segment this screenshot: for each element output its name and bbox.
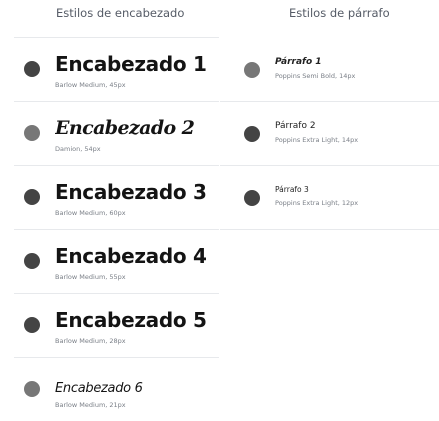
paragraph-styles-header: Estilos de párrafo	[289, 6, 390, 20]
heading-style-name: Encabezado 5	[55, 308, 207, 332]
color-swatch[interactable]	[24, 189, 40, 205]
paragraph-style-font: Poppins Semi Bold, 14px	[275, 72, 356, 80]
heading-style-font: Barlow Medium, 28px	[55, 337, 126, 345]
paragraph-style-name: Párrafo 2	[275, 121, 316, 131]
color-swatch[interactable]	[244, 190, 260, 206]
heading-style-font: Barlow Medium, 21px	[55, 401, 126, 409]
color-swatch[interactable]	[24, 125, 40, 141]
heading-styles-list: Encabezado 1 Barlow Medium, 45px Encabez…	[14, 37, 219, 421]
color-swatch[interactable]	[24, 381, 40, 397]
heading-style-name: Encabezado 1	[55, 52, 207, 76]
paragraph-style-font: Poppins Extra Light, 12px	[275, 199, 359, 207]
heading-style-font: Damion, 54px	[55, 145, 101, 153]
heading-style-font: Barlow Medium, 55px	[55, 273, 126, 281]
color-swatch[interactable]	[24, 317, 40, 333]
heading-style-name: Encabezado 4	[55, 244, 207, 268]
paragraph-styles-list: Párrafo 1 Poppins Semi Bold, 14px Párraf…	[220, 37, 439, 230]
heading-styles-header: Estilos de encabezado	[56, 6, 185, 20]
heading-style-name: Encabezado 6	[55, 381, 143, 396]
color-swatch[interactable]	[244, 126, 260, 142]
heading-style-item-2[interactable]: Encabezado 2 Damion, 54px	[14, 102, 219, 166]
color-swatch[interactable]	[24, 61, 40, 77]
heading-style-item-3[interactable]: Encabezado 3 Barlow Medium, 60px	[14, 166, 219, 230]
heading-style-name: Encabezado 3	[55, 180, 207, 204]
heading-style-item-5[interactable]: Encabezado 5 Barlow Medium, 28px	[14, 294, 219, 358]
paragraph-style-name: Párrafo 1	[275, 57, 322, 67]
paragraph-style-item-3[interactable]: Párrafo 3 Poppins Extra Light, 12px	[220, 166, 439, 230]
paragraph-style-name: Párrafo 3	[275, 185, 309, 194]
paragraph-style-item-1[interactable]: Párrafo 1 Poppins Semi Bold, 14px	[220, 38, 439, 102]
heading-style-name: Encabezado 2	[55, 117, 195, 139]
paragraph-style-font: Poppins Extra Light, 14px	[275, 136, 359, 144]
heading-style-item-4[interactable]: Encabezado 4 Barlow Medium, 55px	[14, 230, 219, 294]
heading-style-item-6[interactable]: Encabezado 6 Barlow Medium, 21px	[14, 358, 219, 421]
heading-style-font: Barlow Medium, 45px	[55, 81, 126, 89]
heading-style-font: Barlow Medium, 60px	[55, 209, 126, 217]
color-swatch[interactable]	[24, 253, 40, 269]
color-swatch[interactable]	[244, 62, 260, 78]
paragraph-style-item-2[interactable]: Párrafo 2 Poppins Extra Light, 14px	[220, 102, 439, 166]
heading-style-item-1[interactable]: Encabezado 1 Barlow Medium, 45px	[14, 38, 219, 102]
text-styles-panel: Estilos de encabezado Estilos de párrafo…	[0, 0, 439, 421]
